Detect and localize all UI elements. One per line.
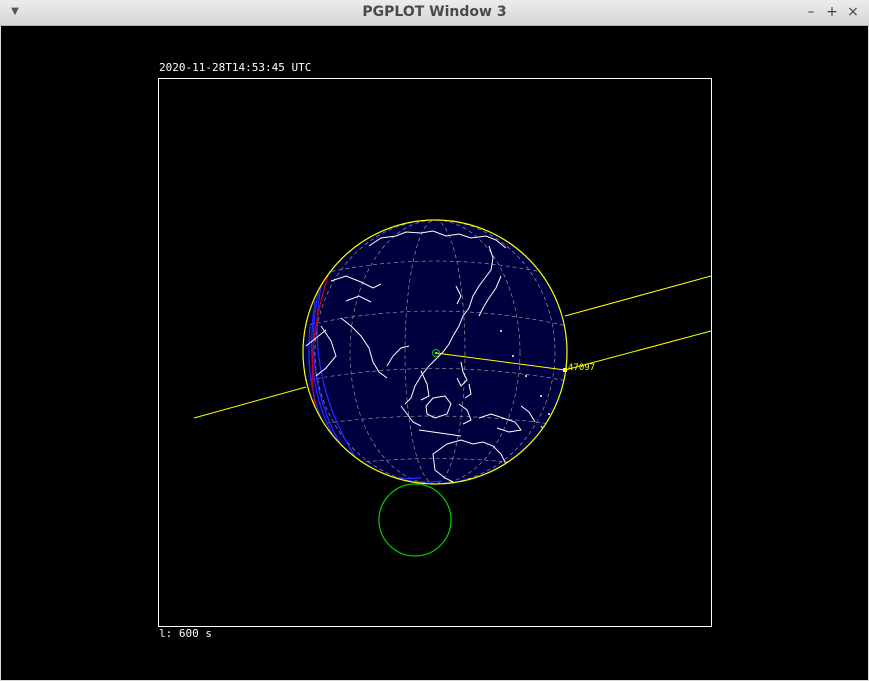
footer-label: l: 600 s: [159, 627, 212, 640]
window-title: PGPLOT Window 3: [362, 4, 507, 20]
plot-canvas: 2020-11-28T14:53:45 UTC l: 600 s 47097: [1, 26, 868, 680]
maximize-button[interactable]: +: [824, 4, 840, 20]
satellite-id-label: 47097: [568, 363, 596, 373]
close-button[interactable]: ×: [845, 4, 861, 20]
satellite-marker: [563, 368, 567, 372]
orbit-track-upper-right: [564, 275, 711, 317]
title-bar[interactable]: ▼ PGPLOT Window 3 – + ×: [0, 0, 869, 26]
pgplot-window: ▼ PGPLOT Window 3 – + × 2020-11-28T14:53…: [0, 0, 869, 681]
earth-globe: [303, 220, 567, 484]
orbit-track-left: [193, 386, 307, 419]
ground-point-dot: [435, 352, 437, 354]
minimize-button[interactable]: –: [803, 4, 819, 20]
shadow-circle: [378, 483, 452, 557]
plot-svg: [158, 78, 712, 627]
timestamp-label: 2020-11-28T14:53:45 UTC: [159, 61, 312, 74]
